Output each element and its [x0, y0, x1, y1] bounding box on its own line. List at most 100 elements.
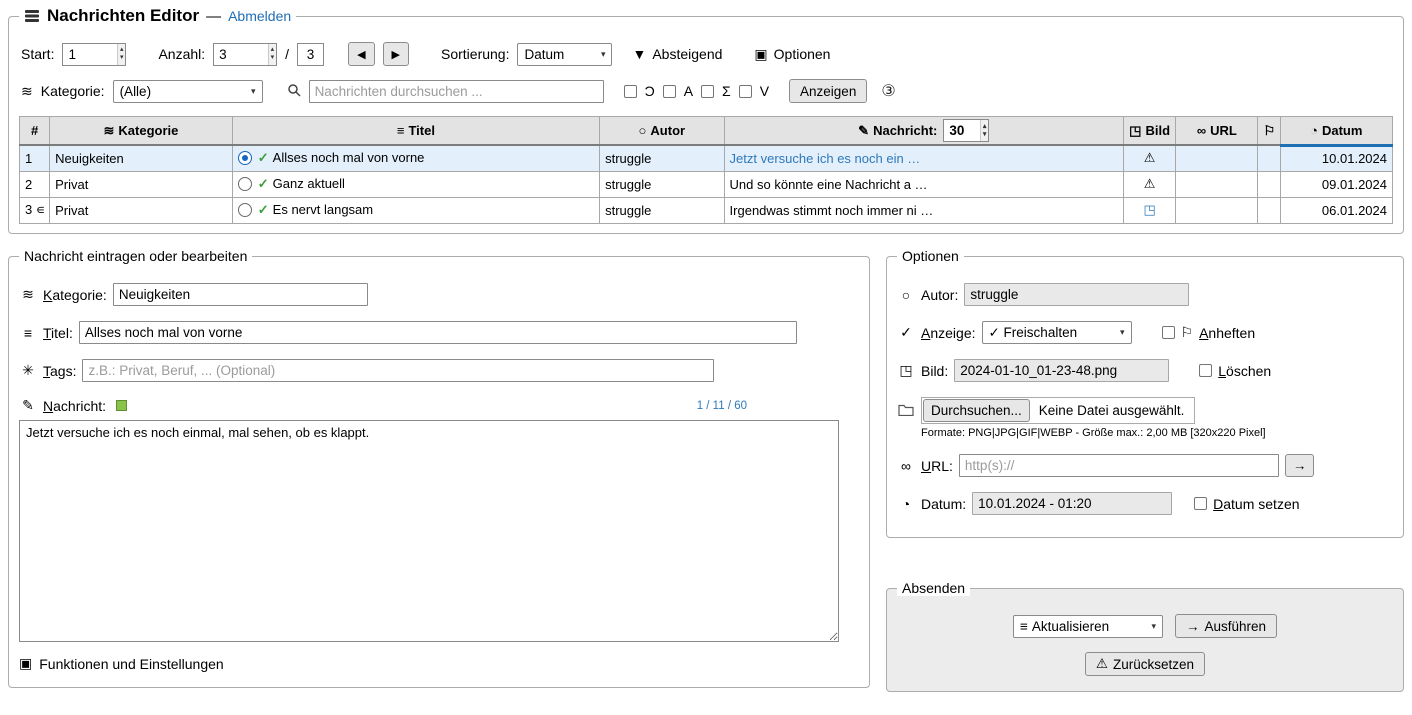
arrow-right-icon: →: [1186, 619, 1200, 634]
author-field[interactable]: [964, 283, 1189, 306]
category-select[interactable]: (Alle) ▾: [113, 80, 263, 103]
title-cell: ✓Allses noch mal von vorne: [232, 145, 599, 171]
delete-image-label[interactable]: Löschen: [1218, 363, 1271, 379]
options-toggle[interactable]: ▣ Optionen: [754, 46, 830, 63]
pin-checkbox[interactable]: [1162, 326, 1175, 339]
element-marker: ∊: [36, 202, 45, 217]
select-row-radio[interactable]: [238, 177, 252, 191]
file-input[interactable]: Durchsuchen... Keine Datei ausgewählt.: [921, 397, 1195, 424]
spin-down-icon[interactable]: ▾: [120, 54, 124, 62]
set-date-label[interactable]: Datum setzen: [1213, 496, 1299, 512]
browse-button[interactable]: Durchsuchen...: [923, 399, 1030, 422]
title-label: Titel:: [43, 325, 73, 341]
col-number: #: [20, 117, 50, 146]
title-row: ≡ Titel:: [19, 321, 859, 344]
col-nachricht[interactable]: ✎Nachricht: 30 ▴▾: [724, 117, 1123, 146]
anzahl-spinner[interactable]: ▴▾: [268, 44, 277, 65]
file-status: Keine Datei ausgewählt.: [1039, 403, 1194, 418]
set-date-checkbox[interactable]: [1194, 497, 1207, 510]
warning-icon: ⚠: [1144, 150, 1156, 165]
url-row: ∞ URL: →: [897, 454, 1393, 477]
messages-table: # ≋Kategorie ≡Titel ○Autor ✎Nachricht: 3…: [19, 116, 1393, 224]
sort-select[interactable]: Datum ▾: [517, 43, 612, 66]
page-slash: /: [285, 46, 289, 62]
select-row-radio[interactable]: [238, 151, 252, 165]
col-titel[interactable]: ≡Titel: [232, 117, 599, 146]
date-label: Datum:: [921, 496, 966, 512]
logout-link[interactable]: Abmelden: [228, 8, 291, 24]
chevron-down-icon: ▾: [1151, 621, 1156, 632]
col-url[interactable]: ∞URL: [1176, 117, 1258, 146]
author-label: Autor:: [921, 287, 958, 303]
execute-button[interactable]: → Ausführen: [1175, 614, 1277, 638]
search-toggle-checkbox-3[interactable]: [701, 85, 714, 98]
search-toggle-checkbox-1[interactable]: [624, 85, 637, 98]
sort-direction-toggle[interactable]: ▼ Absteigend: [632, 46, 722, 62]
next-page-button[interactable]: ▶: [383, 42, 409, 66]
spin-down-icon[interactable]: ▾: [983, 131, 987, 139]
display-select[interactable]: ✓ Freischalten ▾: [982, 321, 1132, 344]
action-select[interactable]: ≡Aktualisieren ▾: [1013, 615, 1163, 638]
message-length-spinner[interactable]: ▴▾: [980, 120, 989, 141]
url-go-button[interactable]: →: [1285, 454, 1315, 477]
spin-up-icon[interactable]: ▴: [983, 123, 987, 131]
col-datum[interactable]: ◔Datum: [1280, 117, 1392, 146]
check-icon: ✓: [897, 324, 915, 341]
pin-label[interactable]: Anheften: [1199, 325, 1255, 341]
list-icon: ≡: [19, 325, 37, 341]
message-cell: Irgendwas stimmt noch immer ni …: [724, 197, 1123, 223]
table-row[interactable]: 1 Neuigkeiten ✓Allses noch mal von vorne…: [20, 145, 1393, 171]
col-kategorie[interactable]: ≋Kategorie: [50, 117, 233, 146]
nachrichten-editor-app: Nachrichten Editor — Abmelden Start: 1 ▴…: [0, 0, 1412, 715]
folder-icon: [897, 403, 915, 419]
message-length-input[interactable]: 30 ▴▾: [943, 119, 989, 142]
col-flag[interactable]: ⚐: [1258, 117, 1280, 146]
author-cell: struggle: [600, 197, 724, 223]
url-field[interactable]: [959, 454, 1279, 477]
warning-icon: ⚠: [1144, 176, 1156, 191]
search-input[interactable]: [309, 80, 604, 103]
link-icon: ∞: [1197, 123, 1206, 138]
select-row-radio[interactable]: [238, 203, 252, 217]
start-input[interactable]: 1 ▴▾: [62, 43, 126, 66]
tags-label: Tags:: [43, 363, 76, 379]
chevron-down-icon: ▾: [601, 49, 606, 60]
delete-image-checkbox[interactable]: [1199, 364, 1212, 377]
author-cell: struggle: [600, 171, 724, 197]
table-row[interactable]: 2 Privat ✓Ganz aktuell struggle Und so k…: [20, 171, 1393, 197]
show-button[interactable]: Anzeigen: [789, 79, 867, 103]
start-spinner[interactable]: ▴▾: [117, 44, 126, 65]
spin-down-icon[interactable]: ▾: [271, 54, 275, 62]
spin-up-icon[interactable]: ▴: [120, 46, 124, 54]
category-label: Kategorie:: [43, 287, 107, 303]
spin-up-icon[interactable]: ▴: [271, 46, 275, 54]
search-toggle-label-1: Ɔ: [645, 83, 655, 99]
anzahl-input[interactable]: 3 ▴▾: [213, 43, 277, 66]
flag-cell: [1258, 171, 1280, 197]
prev-page-button[interactable]: ◀: [348, 42, 374, 66]
url-cell: [1176, 171, 1258, 197]
url-cell: [1176, 197, 1258, 223]
search-toggle-checkbox-4[interactable]: [739, 85, 752, 98]
image-name-field[interactable]: [954, 359, 1169, 382]
display-row: ✓ Anzeige: ✓ Freischalten ▾ ⚐ Anheften: [897, 321, 1393, 344]
title-field[interactable]: [79, 321, 797, 344]
reset-button[interactable]: ⚠ Zurücksetzen: [1085, 652, 1205, 676]
clock-icon: ◔: [1310, 123, 1318, 138]
row-number-cell: 2: [20, 171, 50, 197]
col-bild[interactable]: ◳Bild: [1124, 117, 1176, 146]
message-counter: 1 / 11 / 60: [697, 400, 747, 412]
table-row[interactable]: 3 ∊ Privat ✓Es nervt langsam struggle Ir…: [20, 197, 1393, 223]
tags-field[interactable]: [82, 359, 714, 382]
date-cell: 10.01.2024: [1280, 145, 1392, 171]
category-field[interactable]: [113, 283, 368, 306]
category-row: ≋ Kategorie:: [19, 283, 859, 306]
result-count-badge: ③: [881, 81, 895, 101]
date-field[interactable]: [972, 492, 1172, 515]
message-textarea[interactable]: Jetzt versuche ich es noch einmal, mal s…: [19, 420, 839, 642]
search-toggle-checkbox-2[interactable]: [663, 85, 676, 98]
col-autor[interactable]: ○Autor: [600, 117, 724, 146]
author-icon: ○: [897, 287, 915, 303]
url-label: URL:: [921, 458, 953, 474]
functions-toggle[interactable]: ▣ Funktionen und Einstellungen: [19, 655, 859, 672]
